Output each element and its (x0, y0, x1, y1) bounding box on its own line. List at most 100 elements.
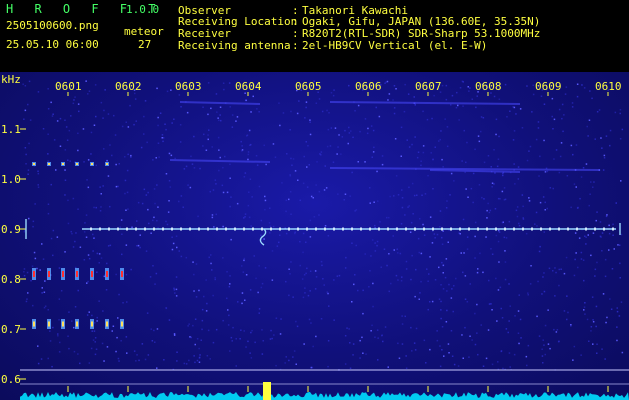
noise-speckle (570, 325, 572, 327)
noise-speckle (572, 153, 574, 156)
noise-speckle (615, 202, 617, 204)
noise-speckle (374, 242, 376, 244)
noise-speckle (326, 109, 328, 112)
noise-speckle (371, 156, 373, 158)
noise-speckle (491, 186, 493, 188)
noise-speckle (47, 133, 49, 135)
noise-speckle (107, 245, 110, 247)
noise-speckle (611, 268, 614, 270)
noise-speckle (214, 276, 216, 279)
carrier-dot (297, 227, 299, 231)
noise-speckle (162, 140, 164, 143)
noise-speckle (32, 220, 35, 223)
noise-speckle (275, 364, 277, 367)
noise-speckle (488, 211, 491, 214)
noise-speckle (243, 257, 246, 260)
noise-speckle (404, 315, 406, 318)
noise-speckle (518, 294, 520, 296)
noise-speckle (462, 218, 465, 221)
noise-speckle (558, 284, 560, 287)
noise-speckle (117, 185, 119, 188)
noise-speckle (535, 211, 538, 214)
noise-speckle (150, 328, 152, 330)
noise-speckle (318, 98, 321, 100)
noise-speckle (425, 362, 427, 364)
noise-speckle (592, 343, 594, 345)
noise-speckle (261, 329, 263, 331)
noise-speckle (226, 271, 228, 273)
noise-speckle (508, 352, 511, 354)
noise-speckle (104, 89, 106, 91)
noise-speckle (348, 126, 350, 129)
noise-speckle (616, 339, 618, 342)
noise-speckle (529, 283, 532, 285)
noise-speckle (310, 195, 313, 198)
noise-speckle (446, 145, 449, 148)
noise-speckle (412, 213, 414, 215)
noise-speckle (474, 343, 477, 346)
noise-speckle (522, 205, 524, 208)
noise-speckle (109, 244, 112, 247)
noise-speckle (174, 292, 176, 294)
noise-speckle (79, 362, 81, 365)
noise-speckle (566, 318, 568, 321)
noise-speckle (393, 85, 396, 87)
noise-speckle (371, 239, 374, 241)
noise-speckle (170, 89, 172, 91)
noise-speckle (133, 123, 135, 126)
noise-speckle (608, 232, 611, 235)
noise-speckle (64, 194, 66, 196)
noise-speckle (211, 146, 213, 148)
noise-speckle (153, 329, 155, 332)
noise-speckle (318, 214, 320, 216)
noise-speckle (27, 169, 30, 171)
noise-speckle (47, 309, 49, 311)
y-tick-label: 0.9 (1, 223, 21, 236)
noise-speckle (156, 328, 159, 330)
y-tick-label: 0.7 (1, 323, 21, 336)
noise-speckle (223, 88, 225, 91)
meteor-echo-core (76, 321, 78, 327)
noise-speckle (178, 250, 180, 252)
noise-speckle (136, 245, 138, 247)
noise-speckle (370, 255, 372, 257)
noise-speckle (245, 274, 248, 276)
noise-speckle (107, 113, 110, 115)
noise-speckle (541, 293, 543, 295)
noise-speckle (126, 301, 128, 303)
noise-speckle (137, 244, 140, 247)
noise-speckle (441, 236, 443, 239)
noise-speckle (105, 289, 108, 291)
meteor-echo-core (62, 271, 64, 277)
noise-speckle (201, 328, 203, 331)
noise-speckle (420, 280, 422, 283)
noise-speckle (494, 208, 497, 210)
noise-speckle (24, 147, 27, 149)
noise-speckle (247, 158, 249, 161)
noise-speckle (244, 299, 246, 301)
noise-speckle (332, 161, 335, 163)
noise-speckle (604, 258, 607, 261)
noise-speckle (243, 217, 245, 219)
noise-speckle (574, 232, 577, 234)
noise-speckle (349, 342, 351, 344)
noise-speckle (336, 153, 338, 155)
noise-speckle (344, 129, 346, 132)
noise-speckle (401, 197, 404, 199)
noise-speckle (27, 292, 29, 294)
noise-speckle (102, 117, 104, 119)
noise-speckle (194, 318, 197, 320)
noise-speckle (263, 238, 265, 240)
noise-speckle (504, 278, 507, 281)
noise-speckle (470, 187, 473, 190)
noise-speckle (218, 119, 220, 122)
noise-speckle (575, 144, 578, 146)
noise-speckle (85, 80, 87, 82)
noise-speckle (592, 321, 595, 323)
carrier-dot (360, 227, 362, 231)
noise-speckle (165, 220, 167, 223)
noise-speckle (47, 160, 49, 162)
noise-speckle (326, 291, 328, 293)
noise-speckle (429, 256, 431, 258)
noise-speckle (476, 95, 478, 97)
